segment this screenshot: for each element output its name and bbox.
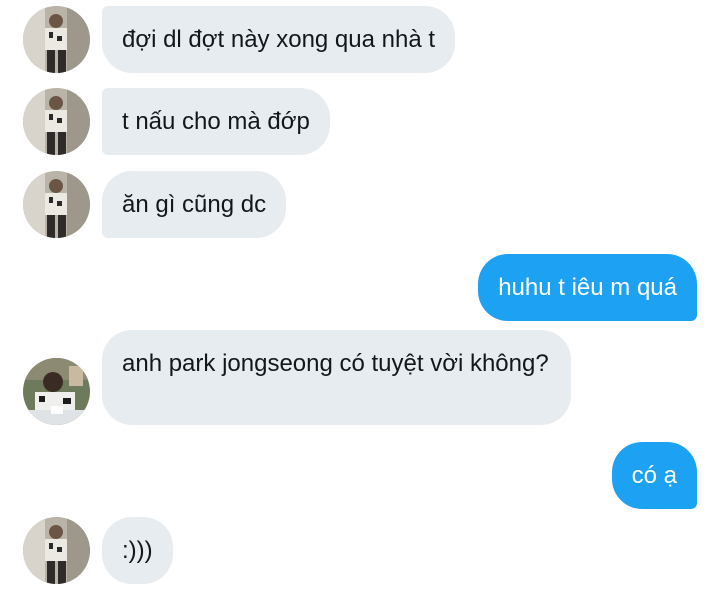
avatar-photo-icon <box>23 6 90 73</box>
message-text: t nấu cho mà đớp <box>122 108 310 135</box>
message-text: anh park jongseong có tuyệt vời không? <box>122 350 549 377</box>
contact-avatar[interactable] <box>23 517 90 584</box>
message-text: có ạ <box>631 462 677 489</box>
avatar-photo-seated-icon <box>23 358 90 425</box>
message-bubble[interactable]: ăn gì cũng dc <box>102 171 287 238</box>
message-text: đợi dl đợt này xong qua nhà t <box>122 26 436 53</box>
avatar-photo-icon <box>23 88 90 155</box>
contact-avatar[interactable] <box>23 171 90 238</box>
avatar-photo-icon <box>23 171 90 238</box>
message-text: ăn gì cũng dc <box>122 191 267 218</box>
message-bubble-outgoing[interactable]: huhu t iêu m quá <box>478 254 697 321</box>
avatar-photo-icon <box>23 517 90 584</box>
contact-avatar[interactable] <box>23 6 90 73</box>
message-bubble[interactable]: :))) <box>102 517 173 584</box>
message-bubble[interactable]: t nấu cho mà đớp <box>102 88 330 155</box>
message-text: :))) <box>122 537 153 564</box>
message-bubble-outgoing[interactable]: có ạ <box>611 442 697 509</box>
message-text: huhu t iêu m quá <box>498 274 677 301</box>
message-bubble[interactable]: anh park jongseong có tuyệt vời không? <box>102 330 571 425</box>
message-bubble[interactable]: đợi dl đợt này xong qua nhà t <box>102 6 456 73</box>
contact-avatar[interactable] <box>23 358 90 425</box>
contact-avatar[interactable] <box>23 88 90 155</box>
